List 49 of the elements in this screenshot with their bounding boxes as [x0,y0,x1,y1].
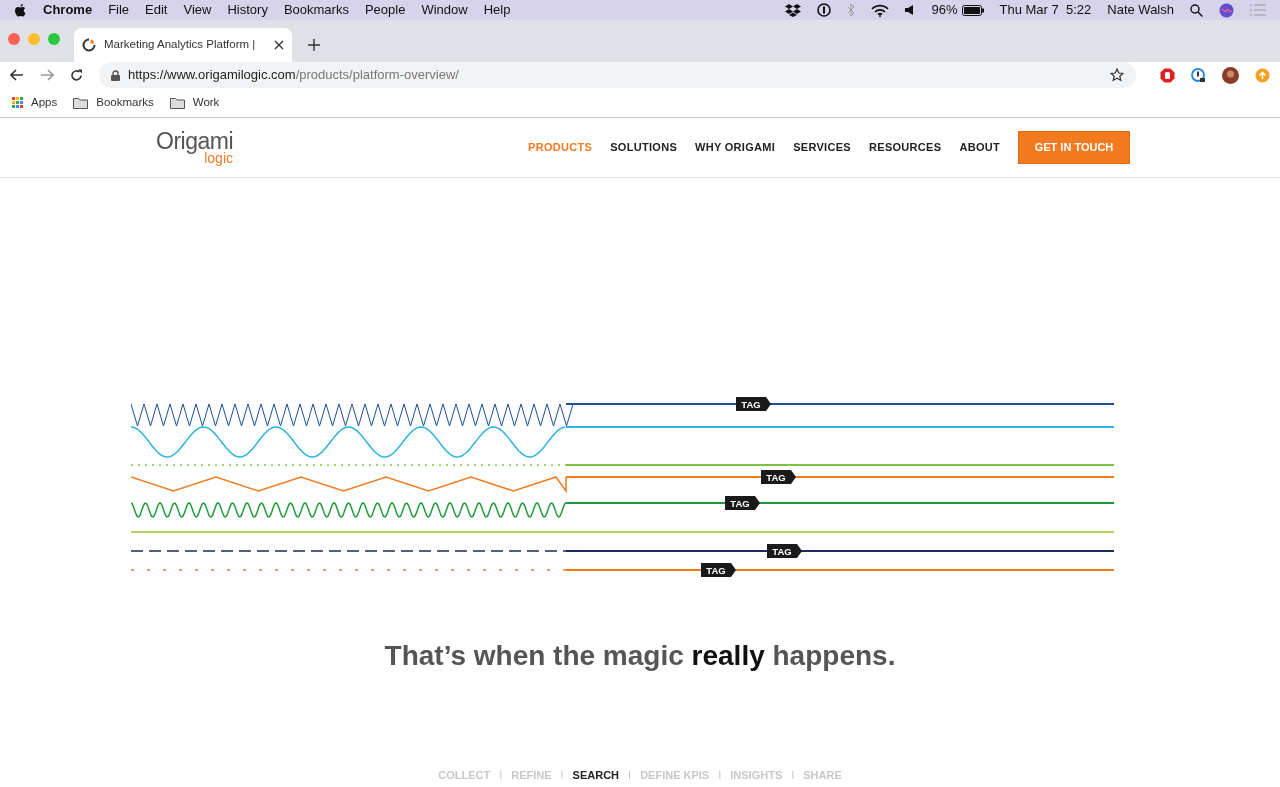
close-icon[interactable] [274,40,284,50]
browser-tab[interactable]: Marketing Analytics Platform | [74,28,292,62]
tab-title: Marketing Analytics Platform | [104,37,257,53]
wifi-icon[interactable] [871,3,890,17]
nav-link[interactable]: SERVICES [793,139,851,156]
apple-logo-icon [14,2,27,18]
search-icon[interactable] [1190,3,1203,17]
bookmark-item[interactable]: Work [169,93,220,112]
reload-icon[interactable] [70,68,83,82]
nav-link[interactable]: WHY ORIGAMI [695,139,776,156]
spinner-icon [82,38,96,52]
menu-clock[interactable]: Thu Mar 7 5:22 [999,0,1092,20]
nav-link[interactable]: RESOURCES [869,139,942,156]
menu-item[interactable]: View [183,0,212,20]
address-field[interactable]: https://www.origamilogic.com/products/platform-overview/ [99,62,1136,88]
url-text: https://www.origamilogic.com/products/platform-overview/ [128,66,460,85]
nav-link[interactable]: ABOUT [959,139,1000,156]
headline-text: That’s when the magic really happens. [383,639,897,673]
nav-link[interactable]: SOLUTIONS [610,139,678,156]
user-name[interactable]: Nate Walsh [1107,0,1174,20]
folder-icon [73,96,89,109]
lock-icon [111,69,120,81]
back-arrow-icon[interactable] [10,69,24,81]
bookmark-item[interactable]: Apps [12,93,58,112]
plus-icon[interactable] [308,39,320,51]
tag-label: TAG [761,470,796,484]
step-link[interactable]: SEARCH [572,767,620,784]
tag-label: TAG [701,563,736,577]
bookmark-item[interactable]: Bookmarks [73,93,154,112]
tag-label: TAG [725,496,760,510]
bookmark-star-icon[interactable] [1110,68,1124,82]
menu-item[interactable]: File [108,0,130,20]
menu-item[interactable]: Bookmarks [283,0,349,20]
menu-item[interactable]: Edit [145,0,168,20]
tag-label: TAG [736,397,771,411]
avatar-icon[interactable] [1222,66,1239,84]
grid-icon [12,97,23,108]
battery-icon[interactable] [961,4,984,16]
tag-label: TAG [767,544,802,558]
folder-icon [169,96,185,109]
origami-logo[interactable]: Origami logic [156,130,233,165]
forward-arrow-icon[interactable] [40,69,54,81]
menu-item[interactable]: People [364,0,406,20]
menu-item[interactable]: Window [421,0,468,20]
menu-app-name[interactable]: Chrome [43,0,93,20]
speaker-icon[interactable] [905,4,916,16]
menu-item[interactable]: Help [483,0,511,20]
battery-percentage: 96% [931,1,958,20]
menu-item[interactable]: History [227,0,268,20]
